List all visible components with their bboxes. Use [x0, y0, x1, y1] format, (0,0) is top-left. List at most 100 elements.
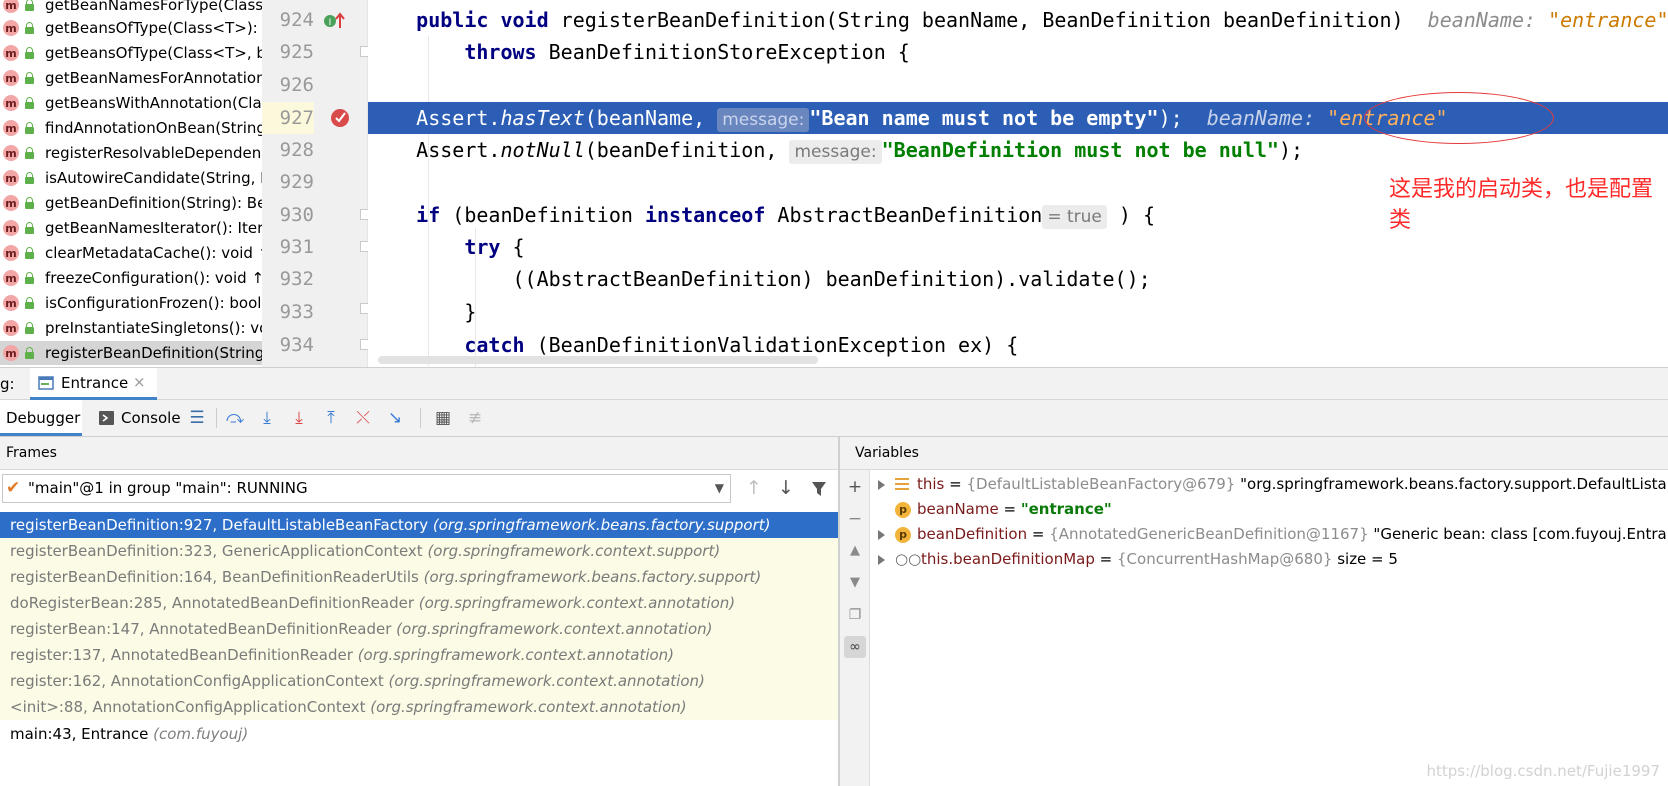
- app-run-icon: [38, 376, 54, 390]
- line-number: 924: [279, 9, 314, 31]
- frame-row-selected[interactable]: registerBeanDefinition:927, DefaultLista…: [0, 512, 838, 538]
- field-lines-icon: [895, 477, 909, 492]
- public-lock-icon: [24, 22, 35, 34]
- structure-item[interactable]: m getBeanNamesForType(Class<: [0, 0, 262, 17]
- chevron-down-icon[interactable]: ▼: [715, 475, 724, 502]
- frame-row[interactable]: register:162, AnnotationConfigApplicatio…: [0, 668, 838, 694]
- method-icon: m: [3, 95, 19, 111]
- step-into-icon[interactable]: ⤓: [258, 409, 276, 427]
- structure-item-label: getBeansWithAnnotation(Clas: [45, 94, 262, 112]
- close-tab-icon[interactable]: ×: [133, 373, 146, 391]
- copy-icon[interactable]: ❐: [844, 604, 866, 626]
- frame-row[interactable]: <init>:88, AnnotationConfigApplicationCo…: [0, 694, 838, 720]
- structure-item-label: findAnnotationOnBean(String,: [45, 119, 262, 137]
- structure-item[interactable]: m getBeansOfType(Class<T>): M: [0, 16, 262, 40]
- code-line-932[interactable]: ((AbstractBeanDefinition) beanDefinition…: [368, 263, 1668, 295]
- structure-item-label: registerResolvableDependenc: [45, 144, 262, 162]
- svg-text:I: I: [329, 18, 332, 28]
- public-lock-icon: [24, 222, 35, 234]
- line-number: 931: [279, 236, 314, 258]
- structure-item[interactable]: m clearMetadataCache(): void ↑A: [0, 241, 262, 265]
- watch-glasses-icon: ○○: [895, 550, 922, 568]
- frame-row[interactable]: register:137, AnnotatedBeanDefinitionRea…: [0, 642, 838, 668]
- structure-item[interactable]: m findAnnotationOnBean(String,: [0, 116, 262, 140]
- tab-console[interactable]: Console: [96, 400, 186, 436]
- parameter-hint: message:: [717, 108, 810, 132]
- evaluate-expression-icon[interactable]: ▦: [434, 409, 452, 427]
- method-icon: m: [3, 120, 19, 136]
- move-down-icon[interactable]: ▼: [844, 572, 866, 594]
- session-tab-entrance[interactable]: Entrance ×: [30, 368, 157, 400]
- structure-item[interactable]: m getBeansOfType(Class<T>, bo: [0, 41, 262, 65]
- force-step-into-icon[interactable]: ⤓: [290, 409, 308, 427]
- structure-item[interactable]: m getBeansWithAnnotation(Clas: [0, 91, 262, 115]
- method-icon: m: [3, 345, 19, 361]
- code-line-925[interactable]: throws BeanDefinitionStoreException {: [368, 36, 1668, 68]
- public-lock-icon: [24, 47, 35, 59]
- method-icon: m: [3, 20, 19, 36]
- line-number: 929: [279, 171, 314, 193]
- code-line-933[interactable]: }: [368, 296, 1668, 328]
- previous-frame-icon[interactable]: ↑: [746, 477, 762, 499]
- trace-current-stream-icon[interactable]: ≢: [466, 409, 484, 427]
- public-lock-icon: [24, 72, 35, 84]
- annotation-note: 这是我的启动类，也是配置类: [1389, 177, 1654, 233]
- public-lock-icon: [24, 347, 35, 359]
- next-frame-icon[interactable]: ↓: [778, 477, 794, 499]
- structure-item-selected[interactable]: m registerBeanDefinition(String,: [0, 341, 262, 365]
- tool-window-label: g:: [0, 375, 15, 393]
- menu-lines-icon[interactable]: ☰: [188, 409, 206, 427]
- variable-row[interactable]: this = {DefaultListableBeanFactory@679} …: [878, 472, 1668, 497]
- remove-watch-icon[interactable]: −: [844, 508, 866, 530]
- expand-triangle-icon[interactable]: [878, 479, 885, 490]
- frames-title: Frames: [6, 445, 57, 461]
- move-up-icon[interactable]: ▲: [844, 540, 866, 562]
- thread-selector[interactable]: ✔ "main"@1 in group "main": RUNNING ▼: [2, 474, 731, 503]
- inline-value-hint: beanName: "entrance": [1427, 8, 1668, 32]
- drop-frame-icon[interactable]: ⤬: [354, 409, 372, 427]
- line-number: 934: [279, 334, 314, 356]
- horizontal-scrollbar[interactable]: [378, 356, 818, 364]
- variable-row[interactable]: p beanDefinition = {AnnotatedGenericBeanD…: [878, 522, 1668, 547]
- thread-selector-label: "main"@1 in group "main": RUNNING: [28, 479, 308, 497]
- public-lock-icon: [24, 147, 35, 159]
- expand-triangle-icon[interactable]: [878, 554, 885, 565]
- variable-row[interactable]: p beanName = "entrance": [878, 497, 1112, 522]
- filter-icon[interactable]: [811, 481, 827, 497]
- structure-item[interactable]: m getBeanNamesIterator(): Itera: [0, 216, 262, 240]
- frame-row[interactable]: registerBeanDefinition:323, GenericAppli…: [0, 538, 838, 564]
- line-number: 933: [279, 301, 314, 323]
- add-watch-icon[interactable]: +: [844, 476, 866, 498]
- structure-item[interactable]: m registerResolvableDependenc: [0, 141, 262, 165]
- frame-row[interactable]: doRegisterBean:285, AnnotatedBeanDefinit…: [0, 590, 838, 616]
- step-out-icon[interactable]: ⤒: [322, 409, 340, 427]
- expand-triangle-icon[interactable]: [878, 529, 885, 540]
- method-icon: m: [3, 195, 19, 211]
- run-to-cursor-icon[interactable]: ↘: [386, 409, 404, 427]
- line-number: 932: [279, 268, 314, 290]
- frame-row[interactable]: main:43, Entrance (com.fuyouj): [0, 721, 838, 747]
- variable-row[interactable]: ○○this.beanDefinitionMap = {ConcurrentHa…: [878, 547, 1398, 572]
- structure-item[interactable]: m getBeanNamesForAnnotation: [0, 66, 262, 90]
- line-number: 930: [279, 204, 314, 226]
- structure-item[interactable]: m freezeConfiguration(): void ↑C: [0, 266, 262, 290]
- structure-item[interactable]: m isConfigurationFrozen(): boole: [0, 291, 262, 315]
- structure-item-label: registerBeanDefinition(String,: [45, 344, 262, 362]
- public-lock-icon: [24, 247, 35, 259]
- show-watches-glasses-icon[interactable]: ∞: [844, 636, 866, 658]
- tab-debugger[interactable]: Debugger: [0, 400, 82, 436]
- frame-row[interactable]: registerBean:147, AnnotatedBeanDefinitio…: [0, 616, 838, 642]
- step-over-icon[interactable]: ⤼: [226, 409, 244, 427]
- structure-item[interactable]: m getBeanDefinition(String): Bea: [0, 191, 262, 215]
- frames-header: Frames: [0, 437, 838, 470]
- breakpoint-icon[interactable]: [329, 106, 353, 130]
- structure-item[interactable]: m preInstantiateSingletons(): voi: [0, 316, 262, 340]
- tab-debugger-label: Debugger: [6, 409, 81, 427]
- structure-panel: m getBeanNamesForType(Class< m getBeansOfT…: [0, 0, 262, 367]
- check-icon: ✔: [6, 478, 21, 498]
- implements-arrow-icon[interactable]: I: [323, 10, 345, 32]
- structure-item[interactable]: m isAutowireCandidate(String, D: [0, 166, 262, 190]
- code-line-924[interactable]: public void registerBeanDefinition(Strin…: [368, 4, 1668, 36]
- frame-row[interactable]: registerBeanDefinition:164, BeanDefiniti…: [0, 564, 838, 590]
- parameter-hint: message:: [789, 140, 882, 164]
